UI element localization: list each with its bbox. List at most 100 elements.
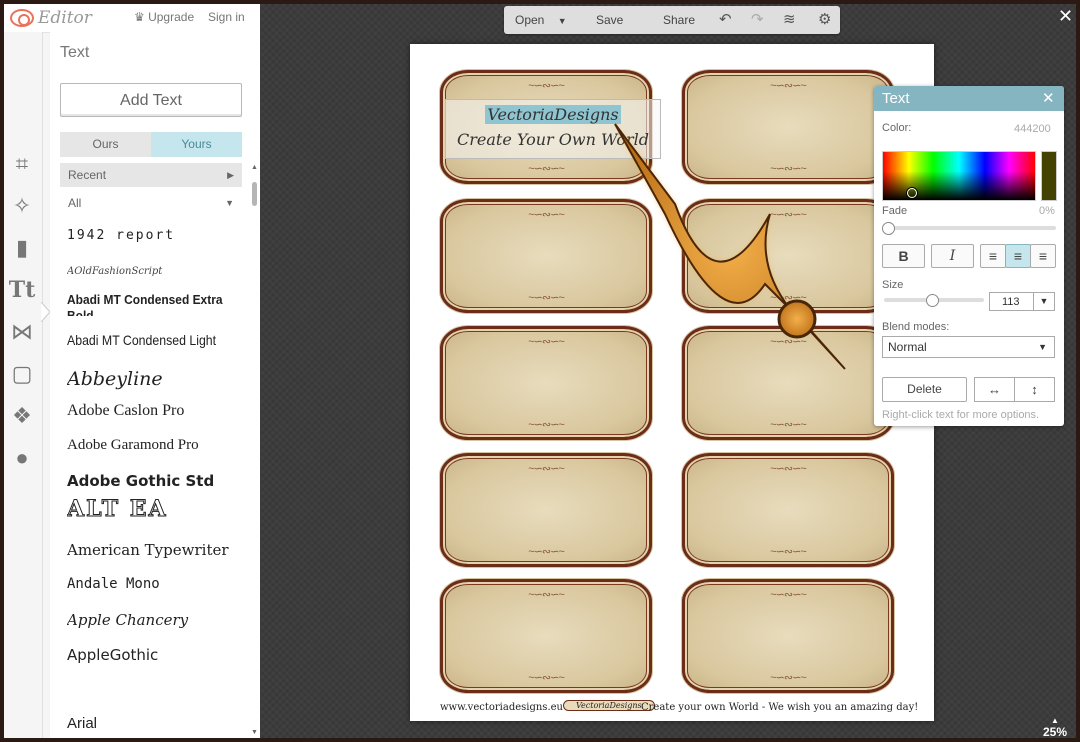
dialog-hint: Right-click text for more options. — [882, 409, 1040, 421]
flip-horizontal-button[interactable]: ↔ — [974, 377, 1015, 402]
magic-wand-icon[interactable]: ✧ — [8, 192, 36, 220]
clock-hand-ornament — [614, 123, 846, 370]
tool-rail: ⌗ ✧ ▮ Tt ⋈ ▢ ❖ ● — [4, 32, 51, 738]
recent-label: Recent — [68, 168, 107, 182]
logo-icon — [10, 9, 34, 27]
fade-value: 0% — [1039, 205, 1055, 217]
text-panel: Text Add Text Ours Yours Recent ▶ All ▼ … — [50, 32, 260, 738]
document-canvas[interactable]: ~∽∾∽~ ~∽∾∽~ ~∽∾∽~ ~∽∾∽~ ~∽∾∽~ ~∽∾∽~ ~∽∾∽~ ~∽… — [410, 44, 934, 721]
chevron-down-icon: ▼ — [225, 198, 234, 208]
fade-slider[interactable] — [884, 226, 1056, 230]
share-button[interactable]: Share — [663, 13, 695, 27]
fade-label: Fade — [882, 205, 908, 217]
fade-slider-knob[interactable] — [882, 222, 895, 235]
blend-mode-select[interactable]: Normal ▼ — [882, 336, 1055, 358]
dialog-title: Text — [882, 90, 910, 107]
font-item[interactable]: Adobe Garamond Pro — [67, 437, 247, 454]
flourish: ~∽∾∽~ — [528, 163, 564, 175]
save-button[interactable]: Save — [596, 13, 623, 27]
scroll-thumb[interactable] — [252, 182, 257, 206]
footer-url: www.vectoriadesigns.eu — [440, 702, 563, 713]
flourish: ~∽∾∽~ — [770, 463, 806, 475]
tab-ours[interactable]: Ours — [60, 132, 151, 157]
font-source-tabs: Ours Yours — [60, 132, 242, 157]
font-item[interactable]: Arial — [67, 715, 247, 732]
label-tag: ~∽∾∽~ ~∽∾∽~ — [682, 579, 894, 693]
flourish: ~∽∾∽~ — [770, 80, 806, 92]
align-center-button[interactable]: ≡ — [1005, 244, 1031, 268]
flourish: ~∽∾∽~ — [528, 672, 564, 684]
editor-window: Editor ♛ Upgrade Sign in ⌗ ✧ ▮ Tt ⋈ ▢ ❖ … — [4, 4, 1076, 738]
font-item[interactable]: Apple Chancery — [67, 611, 247, 629]
color-hex[interactable]: 444200 — [1014, 123, 1051, 135]
font-item[interactable]: Abbeyline — [67, 368, 247, 390]
document-footer: www.vectoriadesigns.eu VectoriaDesigns C… — [410, 700, 934, 716]
apple-icon[interactable]: ● — [8, 444, 36, 472]
zoom-indicator[interactable]: ▲ 25% — [1043, 716, 1067, 738]
size-input[interactable]: 113 ▼ — [989, 292, 1055, 311]
italic-button[interactable]: I — [931, 244, 974, 268]
chevron-right-icon: ▶ — [227, 170, 234, 180]
flourish: ~∽∾∽~ — [770, 589, 806, 601]
butterfly-icon[interactable]: ⋈ — [8, 318, 36, 346]
logo-text: Editor — [38, 8, 92, 28]
flourish: ~∽∾∽~ — [528, 336, 564, 348]
font-item[interactable]: 1942 report — [67, 228, 247, 243]
category-select[interactable]: All ▼ — [60, 191, 242, 215]
flourish: ~∽∾∽~ — [528, 463, 564, 475]
layers-icon[interactable]: ≋ — [783, 10, 796, 28]
size-label: Size — [882, 279, 904, 291]
chevron-up-icon: ▲ — [1051, 716, 1059, 725]
bold-button[interactable]: B — [882, 244, 925, 268]
font-item[interactable]: Adobe Caslon Pro — [67, 402, 247, 420]
gear-icon[interactable]: ⚙ — [818, 10, 831, 28]
color-picker[interactable] — [882, 151, 1036, 201]
font-item[interactable]: Abadi MT Condensed Extra Bold — [67, 292, 233, 316]
font-item[interactable]: Abadi MT Condensed Light — [67, 332, 225, 348]
logo[interactable]: Editor — [10, 8, 92, 28]
flourish: ~∽∾∽~ — [528, 292, 564, 304]
flourish: ~∽∾∽~ — [770, 672, 806, 684]
text-tool-icon[interactable]: Tt — [8, 276, 36, 304]
chevron-down-icon[interactable]: ▼ — [1033, 293, 1054, 310]
font-list-scrollbar[interactable]: ▲ ▼ — [250, 164, 260, 738]
scroll-up-icon[interactable]: ▲ — [251, 164, 258, 171]
blend-value: Normal — [888, 340, 927, 354]
add-text-button[interactable]: Add Text — [60, 83, 242, 117]
scroll-down-icon[interactable]: ▼ — [251, 729, 258, 736]
signin-link[interactable]: Sign in — [208, 10, 245, 24]
color-swatch[interactable] — [1041, 151, 1057, 201]
texture-icon[interactable]: ❖ — [8, 402, 36, 430]
text-properties-dialog: Text ✕ Color: 444200 Fade 0% B I ≡ ≡ ≡ S… — [874, 86, 1064, 426]
font-item[interactable]: AppleGothic — [67, 646, 247, 664]
chevron-down-icon: ▼ — [557, 16, 567, 26]
font-item[interactable]: ALT EA — [67, 496, 247, 522]
flourish: ~∽∾∽~ — [528, 589, 564, 601]
flip-vertical-button[interactable]: ↕ — [1014, 377, 1055, 402]
undo-icon[interactable]: ↶ — [719, 10, 732, 28]
label-tag: ~∽∾∽~ ~∽∾∽~ — [440, 579, 652, 693]
size-slider-knob[interactable] — [926, 294, 939, 307]
font-item[interactable]: Andale Mono — [67, 576, 247, 592]
open-button[interactable]: Open ▼ — [515, 13, 567, 27]
delete-button[interactable]: Delete — [882, 377, 967, 402]
upgrade-label: Upgrade — [148, 10, 195, 24]
frame-icon[interactable]: ▢ — [8, 360, 36, 388]
font-item[interactable]: AOldFashionScript — [67, 266, 247, 277]
crop-icon[interactable]: ⌗ — [8, 150, 36, 178]
font-item[interactable]: Adobe Gothic Std — [67, 472, 247, 490]
lipstick-icon[interactable]: ▮ — [8, 234, 36, 262]
color-picker-handle[interactable] — [907, 188, 917, 198]
upgrade-link[interactable]: ♛ Upgrade — [134, 10, 194, 24]
align-right-button[interactable]: ≡ — [1030, 244, 1056, 268]
dialog-header[interactable]: Text ✕ — [874, 86, 1064, 111]
close-icon[interactable]: ✕ — [1058, 6, 1073, 27]
align-left-button[interactable]: ≡ — [980, 244, 1006, 268]
zoom-level: 25% — [1043, 725, 1068, 738]
font-item[interactable]: American Typewriter — [67, 541, 247, 559]
tab-yours[interactable]: Yours — [151, 132, 242, 157]
close-icon[interactable]: ✕ — [1042, 89, 1055, 107]
highlighted-text: VectoriaDesigns — [485, 105, 621, 124]
recent-dropdown[interactable]: Recent ▶ — [60, 163, 242, 187]
redo-icon[interactable]: ↷ — [751, 10, 764, 28]
